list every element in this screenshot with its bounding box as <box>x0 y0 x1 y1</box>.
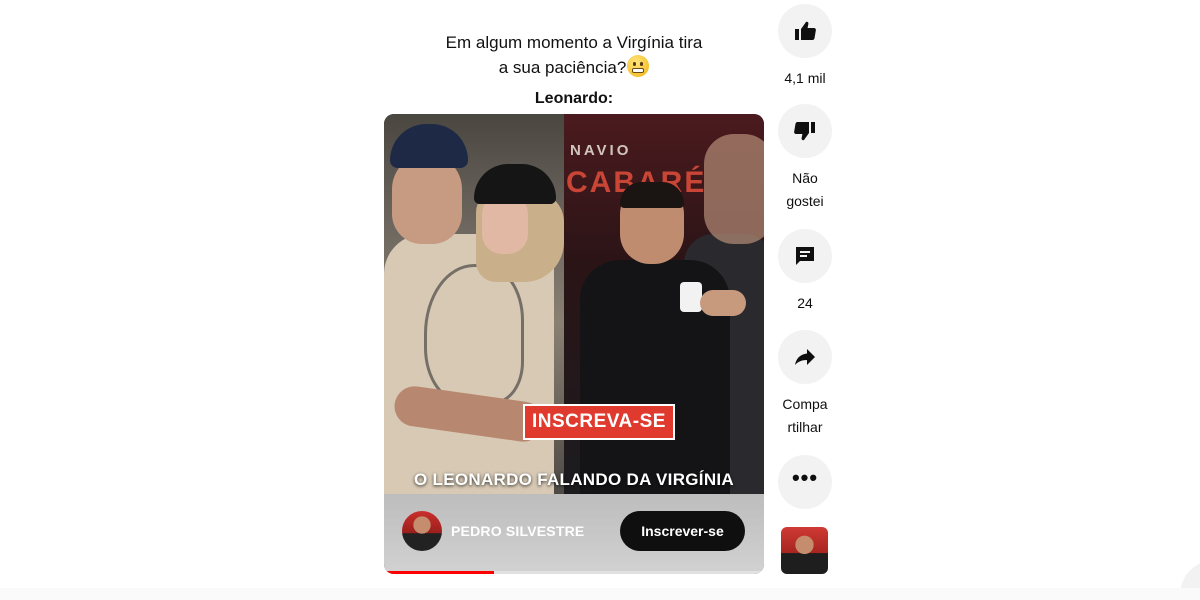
question-caption: Em algum momento a Virgínia tira a sua p… <box>384 30 764 111</box>
microphone-graphic <box>680 282 702 312</box>
share-button[interactable] <box>778 330 832 384</box>
subscribe-overlay-text: INSCREVA-SE <box>523 404 675 440</box>
dislike-label: Não gostei <box>777 167 833 213</box>
like-button[interactable] <box>778 4 832 58</box>
comments-count: 24 <box>797 295 813 311</box>
bottom-strip <box>0 588 1200 600</box>
caption-line-2-text: a sua paciência? <box>498 58 627 77</box>
dislike-button[interactable] <box>778 104 832 158</box>
scene-sign-text: NAVIO <box>570 142 632 159</box>
thumbs-down-icon <box>794 122 815 141</box>
comments-action: 24 <box>777 229 833 315</box>
share-label-line-2: rtilhar <box>787 419 823 435</box>
channel-name[interactable]: PEDRO SILVESTRE <box>451 523 584 539</box>
more-action: ••• <box>777 455 833 509</box>
progress-fill <box>384 571 495 574</box>
comments-button[interactable] <box>778 229 832 283</box>
dislike-action: Não gostei <box>777 104 833 213</box>
dislike-label-line-2: gostei <box>786 193 824 209</box>
comment-icon <box>796 247 814 265</box>
more-button[interactable]: ••• <box>778 455 832 509</box>
channel-bar: PEDRO SILVESTRE Inscrever-se <box>384 494 764 574</box>
dislike-label-line-1: Não <box>792 170 818 186</box>
share-action: Compa rtilhar <box>777 330 833 439</box>
sound-channel-thumbnail[interactable] <box>781 527 828 574</box>
short-video-player[interactable]: NAVIO CABARÉ INSCREVA-SE O LEONARDO FALA… <box>384 114 764 574</box>
subscribe-button[interactable]: Inscrever-se <box>620 511 745 551</box>
video-overlay-caption: O LEONARDO FALANDO DA VIRGÍNIA <box>413 470 735 489</box>
caption-line-1: Em algum momento a Virgínia tira <box>445 33 703 52</box>
more-horizontal-icon: ••• <box>791 465 819 490</box>
shorts-page: Em algum momento a Virgínia tira a sua p… <box>0 0 1200 600</box>
like-count: 4,1 mil <box>784 70 826 86</box>
like-action: 4,1 mil <box>777 4 833 90</box>
share-label-line-1: Compa <box>782 396 828 412</box>
share-arrow-icon <box>795 349 815 365</box>
caption-line-2: a sua paciência? <box>384 55 764 80</box>
progress-bar[interactable] <box>384 571 764 574</box>
share-label: Compa rtilhar <box>777 393 833 439</box>
thumbs-up-icon <box>795 21 816 40</box>
channel-avatar[interactable] <box>402 511 442 551</box>
grimacing-emoji-icon <box>627 55 650 77</box>
speaker-label: Leonardo: <box>534 90 614 107</box>
